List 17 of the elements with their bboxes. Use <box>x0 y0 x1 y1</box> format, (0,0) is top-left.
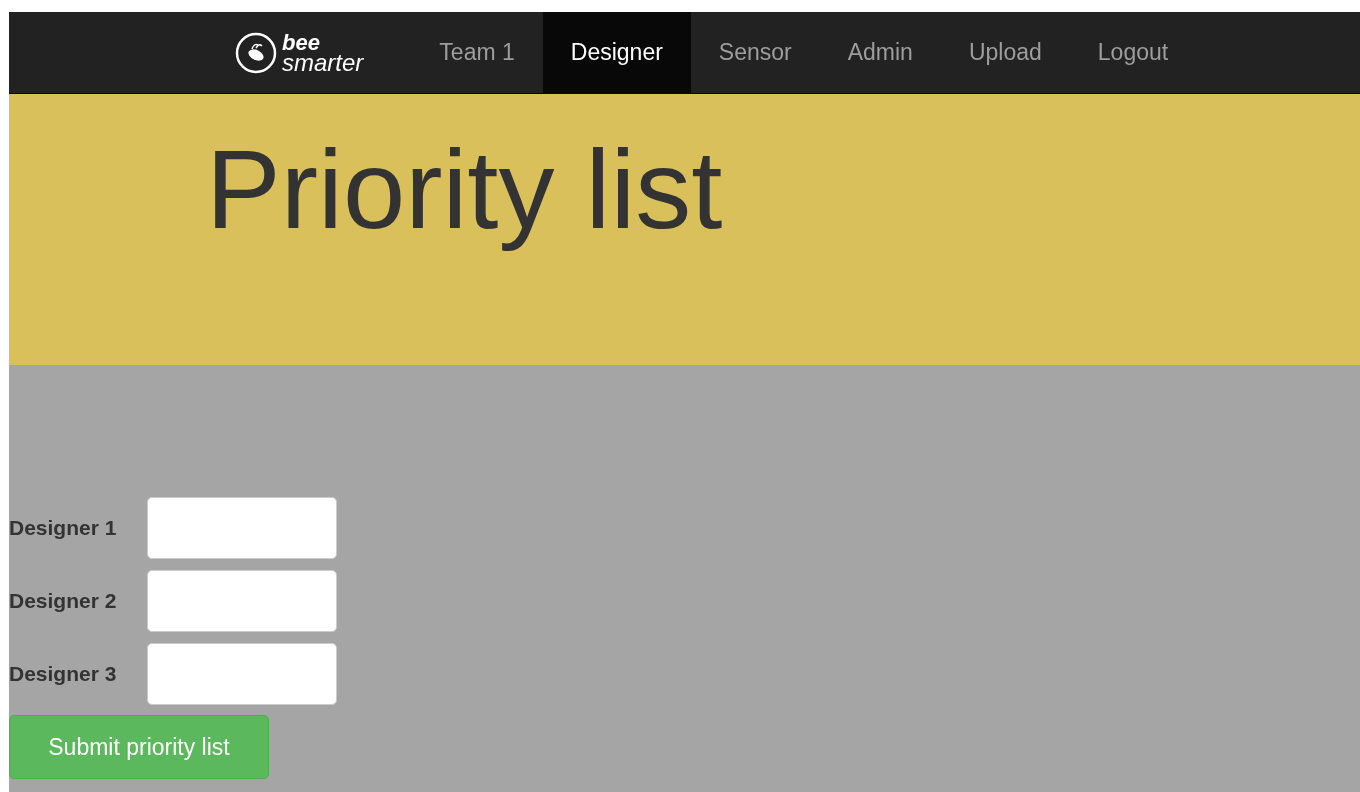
input-field[interactable] <box>147 570 337 632</box>
nav-link[interactable]: Designer <box>542 12 691 93</box>
input-field[interactable] <box>147 643 337 705</box>
field-label: Designer 1 <box>9 515 118 542</box>
nav-link[interactable]: Team 1 <box>411 12 543 93</box>
page-title: Priority list <box>206 130 724 250</box>
logo[interactable]: bee smarter <box>234 12 364 93</box>
logo-text: smarter <box>282 52 364 73</box>
logo-text: bee <box>282 32 321 53</box>
input-field[interactable] <box>147 497 337 559</box>
field-label: Designer 3 <box>9 661 118 688</box>
nav-link[interactable]: Logout <box>1069 12 1197 93</box>
nav-link[interactable]: Admin <box>819 12 941 93</box>
nav-link[interactable]: Sensor <box>690 12 820 93</box>
bee-icon <box>234 30 278 75</box>
field-label: Designer 2 <box>9 588 118 615</box>
nav-link[interactable]: Upload <box>940 12 1070 93</box>
